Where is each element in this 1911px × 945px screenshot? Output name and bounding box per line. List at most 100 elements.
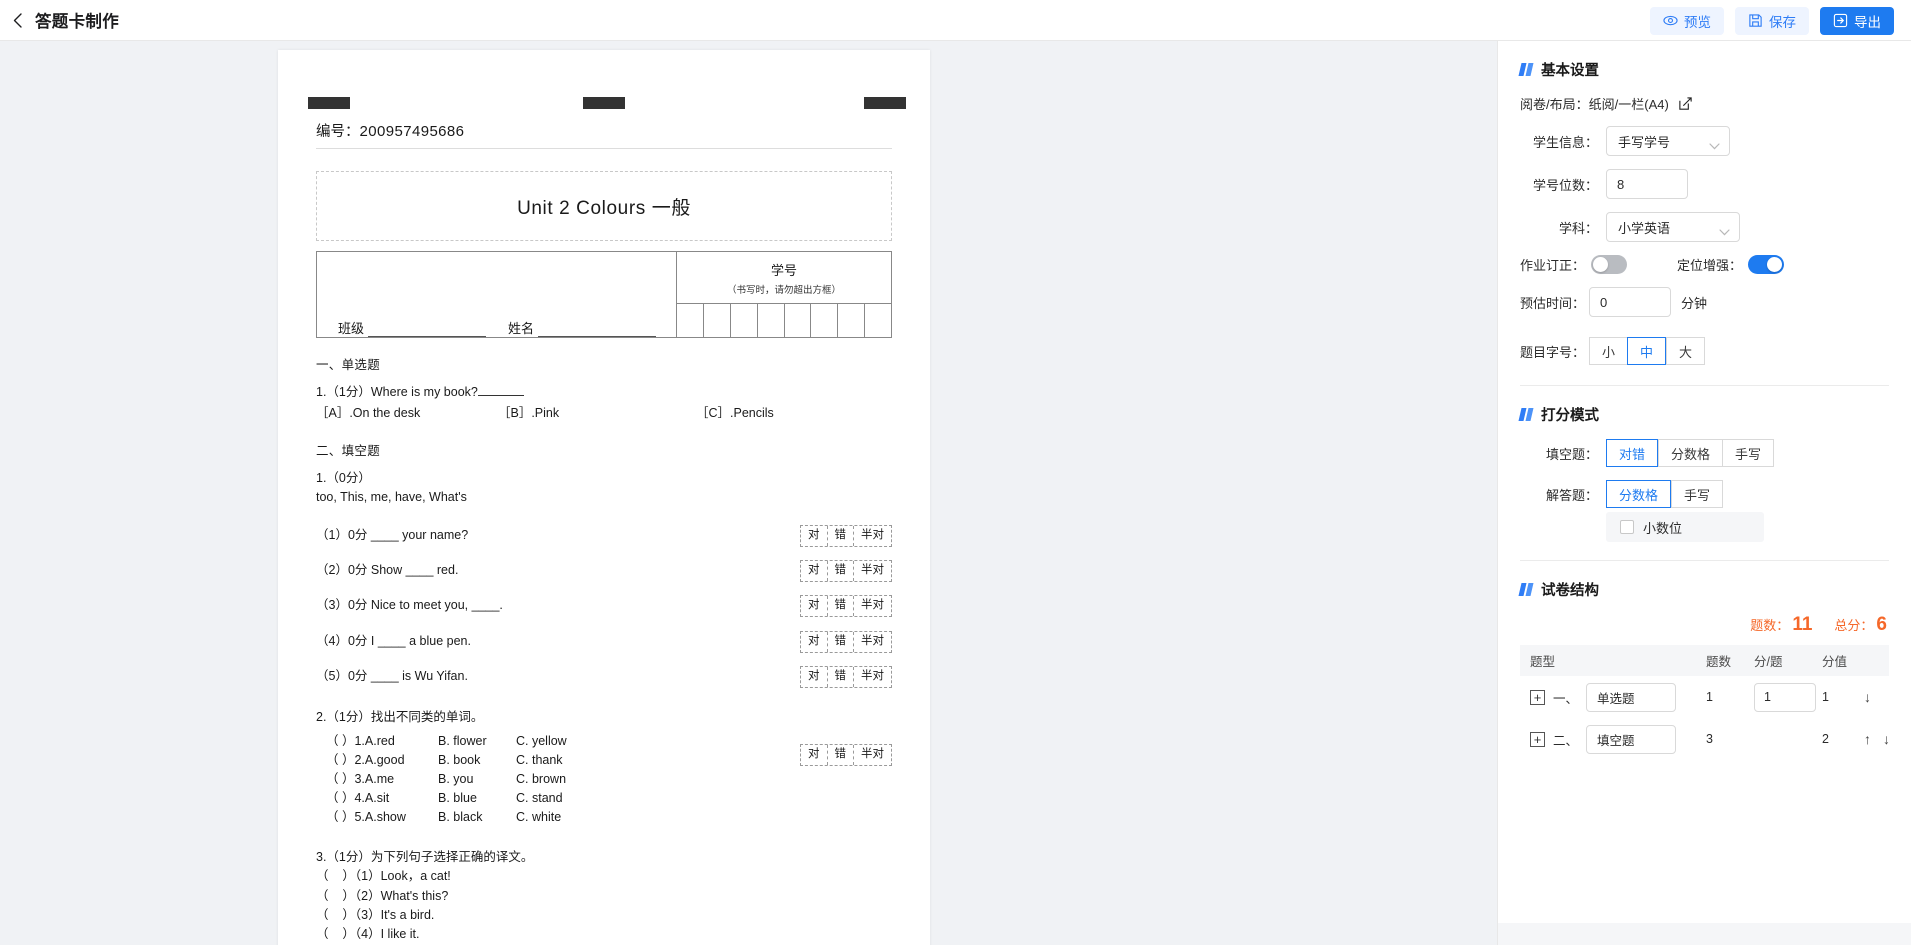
fill-mode-option-correct-wrong[interactable]: 对错	[1606, 439, 1659, 467]
grade-wrong[interactable]: 错	[828, 525, 854, 546]
fill-mode-option-handwrite[interactable]: 手写	[1722, 439, 1775, 467]
question-block[interactable]: 2.（1分）找出不同类的单词。 （ ）1.A.red B. flower C. …	[316, 708, 892, 826]
fill-mode-segment[interactable]: 对错 分数格 手写	[1606, 439, 1775, 467]
student-id-cell[interactable]	[865, 304, 891, 337]
divider	[1520, 560, 1889, 561]
grading-strip[interactable]: 对 错 半对	[800, 595, 892, 618]
row-type-value: 填空题	[1597, 733, 1635, 748]
grade-half[interactable]: 半对	[854, 632, 891, 652]
subject-select[interactable]: 小学英语	[1606, 212, 1740, 242]
answer-mode-option-handwrite[interactable]: 手写	[1671, 480, 1724, 508]
save-button[interactable]: 保存	[1735, 6, 1809, 35]
student-id-cells[interactable]	[677, 304, 891, 337]
structure-table: 题型 题数 分/题 分值 + 一、 单选题 1 1 1 ↓ + 二、 填空题 3…	[1520, 645, 1890, 760]
move-up-icon[interactable]: ↑	[1864, 732, 1871, 746]
edit-icon[interactable]	[1678, 96, 1693, 111]
grade-half[interactable]: 半对	[854, 526, 891, 546]
student-id-cell[interactable]	[704, 304, 731, 337]
row-type-input[interactable]: 填空题	[1586, 724, 1677, 754]
section-title-basic: 基本设置	[1518, 59, 1889, 80]
back-button[interactable]	[9, 12, 25, 28]
sheet-serial-value: 200957495686	[359, 123, 465, 140]
grading-strip[interactable]: 对 错 半对	[800, 630, 892, 653]
student-id-cell[interactable]	[758, 304, 785, 337]
grade-correct[interactable]: 对	[801, 631, 828, 652]
grade-correct[interactable]: 对	[801, 745, 828, 766]
locate-toggle[interactable]	[1748, 255, 1785, 274]
grade-half[interactable]: 半对	[854, 596, 891, 616]
question-stem: 2.（1分）找出不同类的单词。	[316, 710, 484, 725]
grade-wrong[interactable]: 错	[828, 560, 854, 581]
preview-button[interactable]: 预览	[1650, 6, 1724, 35]
question-block[interactable]: 1.（1分）Where is my book? ［A］.On the desk …	[316, 383, 892, 424]
fontsize-option-medium[interactable]: 中	[1627, 337, 1667, 365]
answer-sheet-canvas[interactable]: 编号：200957495686 Unit 2 Colours 一般 班级 姓名	[0, 41, 1497, 945]
student-id-cell[interactable]	[838, 304, 866, 337]
sheet-title-box[interactable]: Unit 2 Colours 一般	[316, 171, 892, 241]
fontsize-option-small[interactable]: 小	[1589, 337, 1628, 365]
grade-half[interactable]: 半对	[854, 561, 891, 581]
section-marker-icon	[1518, 408, 1534, 421]
option-b: ［B］.Pink	[498, 406, 560, 421]
grading-strip[interactable]: 对 错 半对	[800, 666, 892, 688]
grading-strip[interactable]: 对 错 半对	[800, 524, 892, 547]
sid-digits-input[interactable]: 8	[1606, 169, 1688, 199]
grade-wrong[interactable]: 错	[828, 596, 854, 617]
sheet-title: Unit 2 Colours 一般	[517, 197, 691, 219]
grade-correct[interactable]: 对	[801, 667, 828, 687]
sub-question-row[interactable]: （3）0分 Nice to meet you, ____. 对 错 半对	[316, 595, 892, 618]
fill-mode-row: 填空题： 对错 分数格 手写	[1520, 439, 1889, 467]
time-input[interactable]: 0	[1589, 287, 1672, 317]
choice-b: B. you	[438, 771, 474, 786]
student-info-select[interactable]: 手写学号	[1606, 126, 1730, 156]
answer-sheet-page[interactable]: 编号：200957495686 Unit 2 Colours 一般 班级 姓名	[278, 50, 930, 945]
expand-icon[interactable]: +	[1530, 689, 1545, 705]
grade-correct[interactable]: 对	[801, 525, 828, 546]
row-actions: ↑ ↓	[1864, 732, 1898, 746]
row-type-input[interactable]: 单选题	[1586, 682, 1677, 712]
grading-strip[interactable]: 对 错 半对	[800, 559, 892, 582]
student-info-table[interactable]: 班级 姓名 学号 （书写时，请勿超出方框）	[316, 251, 892, 338]
sid-digits-value: 8	[1617, 176, 1625, 192]
student-id-cell[interactable]	[785, 304, 812, 337]
student-id-cell[interactable]	[811, 304, 839, 337]
sub-question-row[interactable]: （4）0分 I ____ a blue pen. 对 错 半对	[316, 630, 892, 653]
sub-question-row[interactable]: （2）0分 Show ____ red. 对 错 半对	[316, 559, 892, 582]
fontsize-option-large[interactable]: 大	[1666, 337, 1706, 365]
grading-strip[interactable]: 对 错 半对	[800, 744, 892, 767]
move-down-icon[interactable]: ↓	[1864, 690, 1871, 704]
export-icon	[1833, 13, 1848, 28]
sub-question-row[interactable]: （1）0分 ____ your name? 对 错 半对	[316, 524, 892, 547]
decimal-row[interactable]: 小数位	[1606, 512, 1764, 542]
class-field[interactable]: 班级	[338, 274, 487, 337]
table-row[interactable]: + 一、 单选题 1 1 1 ↓	[1520, 676, 1889, 718]
student-id-cell[interactable]	[677, 304, 704, 337]
grade-half[interactable]: 半对	[854, 667, 891, 687]
answer-mode-option-score-grid[interactable]: 分数格	[1606, 480, 1672, 508]
sid-digits-label: 学号位数：	[1532, 177, 1598, 193]
grade-correct[interactable]: 对	[801, 596, 828, 617]
sub-question-text: （ ）（1）Look，a cat!	[316, 869, 451, 884]
export-button[interactable]: 导出	[1820, 6, 1894, 35]
grade-correct[interactable]: 对	[801, 560, 828, 581]
answer-mode-segment[interactable]: 分数格 手写	[1606, 480, 1724, 508]
move-down-icon[interactable]: ↓	[1883, 732, 1890, 746]
fill-mode-option-score-grid[interactable]: 分数格	[1658, 439, 1723, 467]
grade-wrong[interactable]: 错	[828, 745, 854, 766]
student-id-cell[interactable]	[731, 304, 758, 337]
fontsize-segment[interactable]: 小 中 大	[1589, 337, 1706, 365]
grade-wrong[interactable]: 错	[828, 631, 854, 652]
choice-c: C. white	[516, 809, 562, 824]
decimal-checkbox[interactable]	[1620, 520, 1634, 534]
row-per-input[interactable]: 1	[1754, 682, 1816, 712]
question-block[interactable]: 3.（1分）为下列句子选择正确的译文。 （ ）（1）Look，a cat! （ …	[316, 848, 892, 945]
question-block[interactable]: 1.（0分） too, This, me, have, What's	[316, 469, 892, 508]
grade-wrong[interactable]: 错	[828, 667, 854, 687]
grade-half[interactable]: 半对	[854, 745, 891, 765]
choice-c: C. stand	[516, 790, 563, 805]
name-field[interactable]: 姓名	[508, 274, 657, 337]
correction-toggle[interactable]	[1591, 255, 1628, 274]
sub-question-row[interactable]: （5）0分 ____ is Wu Yifan. 对 错 半对	[316, 666, 892, 688]
table-row[interactable]: + 二、 填空题 3 2 ↑ ↓	[1520, 718, 1890, 760]
expand-icon[interactable]: +	[1530, 731, 1545, 747]
